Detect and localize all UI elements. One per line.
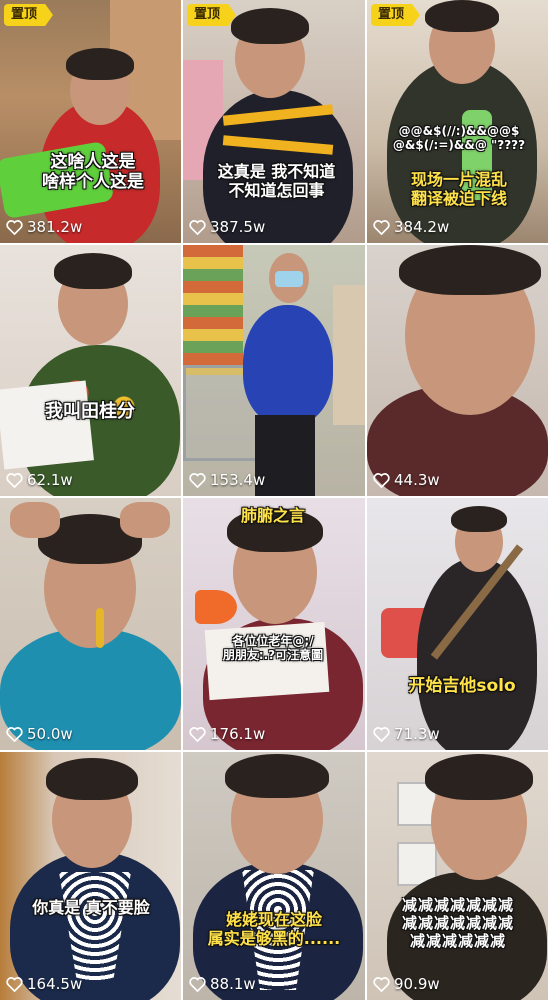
like-count: 90.9w	[373, 974, 440, 994]
symbol-caption: @@&$(//:)&&@@$ @&$(/:=)&&@ "????	[392, 124, 526, 153]
like-count: 44.3w	[373, 470, 440, 490]
video-caption: 你真是 真不要脸	[32, 898, 150, 917]
video-caption: 我叫田桂分	[45, 401, 135, 422]
video-tile-8[interactable]: 肺腑之言 各位位老年@;/ 朋朋友:.?可汪意圖 176.1w	[183, 498, 365, 750]
heart-icon	[189, 473, 206, 488]
like-count: 164.5w	[6, 974, 82, 994]
pendant-necklace	[96, 608, 104, 648]
like-count: 381.2w	[6, 217, 82, 237]
like-count: 153.4w	[189, 470, 265, 490]
paper-sheet	[0, 380, 94, 470]
heart-icon	[373, 977, 390, 992]
heart-icon	[6, 727, 23, 742]
heart-icon	[6, 977, 23, 992]
hand	[10, 502, 60, 538]
store-shelf	[183, 245, 243, 375]
store-counter	[333, 285, 365, 425]
like-count: 62.1w	[6, 470, 73, 490]
video-tile-5[interactable]: 153.4w	[183, 245, 365, 496]
paper-text: 各位位老年@;/ 朋朋友:.?可汪意圖	[222, 634, 324, 663]
pinned-badge: 置顶	[4, 4, 54, 26]
person-hair	[399, 245, 541, 295]
like-count: 387.5w	[189, 217, 265, 237]
heart-icon	[373, 473, 390, 488]
video-caption: 肺腑之言	[240, 506, 305, 525]
video-tile-4[interactable]: 我叫田桂分 62.1w	[0, 245, 181, 496]
video-caption: 减减减减减减减 减减减减减减减 减减减减减减	[401, 896, 514, 950]
video-caption: 姥姥现在这脸 属实是够黑的......	[207, 910, 341, 949]
like-count: 71.3w	[373, 724, 440, 744]
heart-icon	[373, 220, 390, 235]
like-count: 50.0w	[6, 724, 73, 744]
video-tile-9[interactable]: 开始吉他solo 71.3w	[367, 498, 548, 750]
video-tile-6[interactable]: 44.3w	[367, 245, 548, 496]
video-tile-12[interactable]: 减减减减减减减 减减减减减减减 减减减减减减 90.9w	[367, 752, 548, 1000]
heart-icon	[373, 727, 390, 742]
like-count-value: 50.0w	[27, 725, 73, 743]
person-hair	[66, 48, 134, 80]
megaphone-icon	[195, 590, 237, 624]
like-count-value: 44.3w	[394, 471, 440, 489]
video-tile-2[interactable]: 置顶 这真是 我不知道 不知道怎回事 387.5w	[183, 0, 365, 243]
person-hair	[425, 754, 533, 800]
like-count-value: 384.2w	[394, 218, 450, 236]
hand	[120, 502, 170, 538]
person-hair	[46, 758, 138, 800]
like-count-value: 62.1w	[27, 471, 73, 489]
video-tile-7[interactable]: 50.0w	[0, 498, 181, 750]
video-tile-1[interactable]: 置顶 这啥人这是 啥样个人这是 381.2w	[0, 0, 181, 243]
video-caption: 开始吉他solo	[408, 676, 516, 696]
like-count-value: 387.5w	[210, 218, 266, 236]
like-count-value: 90.9w	[394, 975, 440, 993]
video-caption: 现场一片混乱 翻译被迫下线	[410, 170, 507, 209]
heart-icon	[189, 977, 206, 992]
heart-icon	[6, 473, 23, 488]
like-count: 176.1w	[189, 724, 265, 744]
person-hair	[451, 506, 507, 532]
heart-icon	[189, 727, 206, 742]
person-figure	[243, 305, 333, 425]
face-mask	[275, 271, 303, 287]
like-count-value: 164.5w	[27, 975, 83, 993]
like-count-value: 71.3w	[394, 725, 440, 743]
like-count-value: 88.1w	[210, 975, 256, 993]
like-count: 384.2w	[373, 217, 449, 237]
person-hair	[225, 754, 329, 798]
like-count-value: 176.1w	[210, 725, 266, 743]
video-grid: 置顶 这啥人这是 啥样个人这是 381.2w 置顶 这真是 我不知道 不知道怎回…	[0, 0, 548, 1000]
video-tile-10[interactable]: 你真是 真不要脸 164.5w	[0, 752, 181, 1000]
person-hair	[54, 253, 132, 289]
pinned-badge: 置顶	[371, 4, 421, 26]
like-count-value: 153.4w	[210, 471, 266, 489]
video-tile-11[interactable]: 姥姥现在这脸 属实是够黑的...... 88.1w	[183, 752, 365, 1000]
video-tile-3[interactable]: 置顶 @@&$(//:)&&@@$ @&$(/:=)&&@ "???? 现场一片…	[367, 0, 548, 243]
person-hair	[425, 0, 499, 32]
pinned-badge: 置顶	[187, 4, 237, 26]
heart-icon	[6, 220, 23, 235]
video-caption: 这啥人这是 啥样个人这是	[42, 152, 144, 193]
video-caption: 这真是 我不知道 不知道怎回事	[217, 162, 336, 201]
person-hair	[231, 8, 309, 44]
like-count-value: 381.2w	[27, 218, 83, 236]
like-count: 88.1w	[189, 974, 256, 994]
heart-icon	[189, 220, 206, 235]
